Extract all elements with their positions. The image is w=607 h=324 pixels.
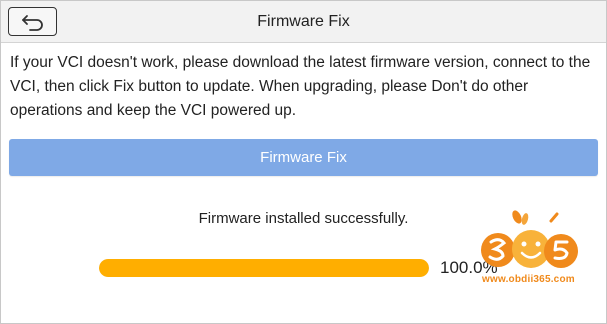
progress-bar-fill (99, 259, 429, 277)
title-bar: Firmware Fix (1, 1, 606, 43)
back-button[interactable] (8, 7, 57, 36)
firmware-fix-button[interactable]: Firmware Fix (9, 139, 598, 176)
page-title: Firmware Fix (257, 13, 350, 30)
progress-bar (99, 259, 429, 277)
instructions-text: If your VCI doesn't work, please downloa… (10, 54, 591, 119)
watermark-url: www.obdii365.com (482, 274, 575, 285)
firmware-fix-screen: Firmware Fix If your VCI doesn't work, p… (0, 0, 607, 324)
back-arrow-icon (21, 14, 43, 31)
